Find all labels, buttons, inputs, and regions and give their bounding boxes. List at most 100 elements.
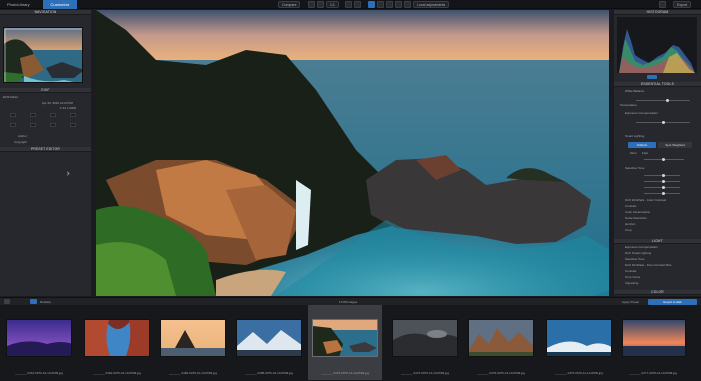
preset-editor-header: PRESET EDITOR bbox=[0, 147, 91, 152]
hand-tool-icon[interactable] bbox=[354, 1, 361, 8]
light-fine-contrast-label[interactable]: DxO FilmPack - Fine Contrast Plus bbox=[625, 263, 672, 267]
navigation-header: NAVIGATION bbox=[0, 10, 91, 15]
horizon-label[interactable]: Horizon bbox=[625, 222, 635, 226]
local-adjustments-button[interactable]: Local adjustments bbox=[413, 1, 450, 8]
exposure-slider[interactable] bbox=[636, 121, 690, 124]
apply-preset-label[interactable]: Apply Preset bbox=[622, 300, 639, 304]
crop-tool-icon[interactable] bbox=[368, 1, 375, 8]
mode-slow[interactable]: Slow bbox=[630, 151, 637, 155]
light-selective-tone-label[interactable]: Selective Tone bbox=[625, 257, 644, 261]
tone-slider[interactable] bbox=[644, 192, 680, 195]
compare-button[interactable]: Compare bbox=[278, 1, 301, 8]
selective-tone-label[interactable]: Selective Tone bbox=[625, 166, 644, 170]
intensity-slider[interactable] bbox=[644, 158, 684, 161]
temperature-slider[interactable] bbox=[636, 99, 690, 102]
exif-field bbox=[70, 113, 76, 117]
exif-field bbox=[10, 113, 16, 117]
light-smart-lighting-label[interactable]: DxO Smart Lighting bbox=[625, 251, 651, 255]
histogram-header: HISTOGRAM bbox=[614, 10, 701, 15]
cursor-icon bbox=[65, 171, 70, 176]
histogram-mode-toggle[interactable] bbox=[647, 75, 657, 79]
redeye-tool-icon[interactable] bbox=[404, 1, 411, 8]
rotate-icon[interactable] bbox=[345, 1, 352, 8]
light-header: LIGHT bbox=[614, 239, 701, 244]
thumbnail-caption: _______ 0474-0970-14-10-0509.jpg bbox=[400, 371, 450, 375]
uniform-button[interactable]: Uniform bbox=[628, 142, 656, 148]
exif-field bbox=[70, 123, 76, 127]
repair-tool-icon[interactable] bbox=[395, 1, 402, 8]
thumbnail-caption: _______ 0473-0076-14-10-0509.jpg bbox=[320, 371, 370, 375]
essential-tools-header: ESSENTIAL TOOLS bbox=[614, 82, 701, 87]
vignetting-label[interactable]: Vignetting bbox=[625, 281, 638, 285]
image-viewer[interactable] bbox=[92, 10, 613, 296]
tone-curve-label[interactable]: Tone Curve bbox=[625, 275, 640, 279]
thumbnail-caption: _______ 0482-6078-10-10-0509.jpg bbox=[168, 371, 218, 375]
zoom-fit-icon[interactable] bbox=[308, 1, 315, 8]
exif-field bbox=[50, 113, 56, 117]
thumbnail-caption: _______ 0481-6070-16-10-0509.jpg bbox=[92, 371, 142, 375]
color-header: COLOR bbox=[614, 290, 701, 295]
zoom-readout[interactable]: 1:1 bbox=[326, 1, 339, 8]
histogram-graph bbox=[619, 29, 695, 73]
image-count: 17/38 Images bbox=[339, 300, 358, 304]
filter-icon[interactable] bbox=[4, 299, 10, 304]
thumbnail[interactable] bbox=[468, 319, 534, 357]
exif-field bbox=[10, 123, 16, 127]
contrast-label[interactable]: Contrast bbox=[625, 204, 636, 208]
light-exposure-label[interactable]: Exposure Compensation bbox=[625, 245, 658, 249]
crop-label[interactable]: Crop bbox=[625, 228, 632, 232]
tone-slider[interactable] bbox=[644, 180, 680, 183]
exif-field bbox=[30, 123, 36, 127]
thumbnail-selected[interactable] bbox=[312, 319, 378, 357]
tone-slider[interactable] bbox=[644, 174, 680, 177]
white-balance-label[interactable]: White Balance bbox=[625, 89, 644, 93]
histogram bbox=[617, 17, 697, 73]
exif-header: EXIF bbox=[0, 88, 91, 93]
noise-reduction-label[interactable]: Noise Reduction bbox=[625, 216, 647, 220]
mode-fast[interactable]: Fast bbox=[642, 151, 648, 155]
thumbnail[interactable] bbox=[622, 319, 686, 357]
help-icon[interactable] bbox=[659, 1, 666, 8]
exif-field bbox=[30, 113, 36, 117]
left-panel: NAVIGATION EXIF EXIF Editor Apr 25, 2016… bbox=[0, 10, 91, 296]
exif-aperture: F 22 1.0000 bbox=[60, 106, 77, 110]
navigator-preview[interactable] bbox=[3, 27, 83, 83]
tab-customize[interactable]: Customize bbox=[43, 0, 77, 9]
navigator-image bbox=[4, 28, 82, 82]
thumbnail-caption: _______ 0468-0976-10-10-0509.jpg bbox=[244, 371, 294, 375]
zoom-icon[interactable] bbox=[317, 1, 324, 8]
thumbnail[interactable] bbox=[236, 319, 302, 357]
thumbnail-caption: _______ 0476-0976-11-10-0509.jpg bbox=[555, 371, 603, 375]
thumbnail-caption: _______ 0475-0976-13-10-0509.jpg bbox=[476, 371, 526, 375]
top-toolbar: PhotoLibrary Customize Compare 1:1 Local… bbox=[0, 0, 701, 9]
author-label: Author bbox=[18, 134, 27, 138]
horizon-tool-icon[interactable] bbox=[377, 1, 384, 8]
filmstrip-toolbar: Desktop 17/38 Images Apply Preset Export… bbox=[0, 297, 701, 305]
export-top-button[interactable]: Export bbox=[673, 1, 692, 8]
main-photo bbox=[96, 10, 609, 296]
exif-field bbox=[50, 123, 56, 127]
folder-label[interactable]: Desktop bbox=[40, 300, 51, 304]
filmpack-contrast-label[interactable]: DxO FilmPack - Color Contrast bbox=[625, 198, 666, 202]
folder-icon bbox=[30, 299, 37, 304]
right-panel: HISTOGRAM ESSENTIAL TOOLS White Balance … bbox=[614, 10, 701, 296]
spot-weighted-button[interactable]: Spot Weighted bbox=[658, 142, 692, 148]
thumbnail[interactable] bbox=[84, 319, 150, 357]
thumbnail-caption: _______ 0461-5970-16-10-0509.jpg bbox=[14, 371, 64, 375]
temperature-label: Temperature bbox=[620, 103, 637, 107]
smart-lighting-label[interactable]: Smart Lighting bbox=[625, 134, 644, 138]
perspective-tool-icon[interactable] bbox=[386, 1, 393, 8]
exif-editor-label[interactable]: EXIF Editor bbox=[3, 95, 18, 99]
exif-date: Apr 25, 2016 10:23 PM bbox=[42, 101, 73, 105]
copyright-label: Copyright bbox=[14, 140, 27, 144]
light-contrast-label[interactable]: Contrast bbox=[625, 269, 636, 273]
thumbnail[interactable] bbox=[6, 319, 72, 357]
thumbnail[interactable] bbox=[160, 319, 226, 357]
thumbnail[interactable] bbox=[392, 319, 458, 357]
thumbnail[interactable] bbox=[546, 319, 612, 357]
thumbnail-caption: _______ 0477-0978-12-10-0509.jpg bbox=[628, 371, 678, 375]
tab-photolibrary[interactable]: PhotoLibrary bbox=[2, 0, 35, 9]
color-accentuation-label[interactable]: Color Accentuation bbox=[625, 210, 650, 214]
tone-slider[interactable] bbox=[644, 186, 680, 189]
exposure-compensation-label[interactable]: Exposure Compensation bbox=[625, 111, 658, 115]
